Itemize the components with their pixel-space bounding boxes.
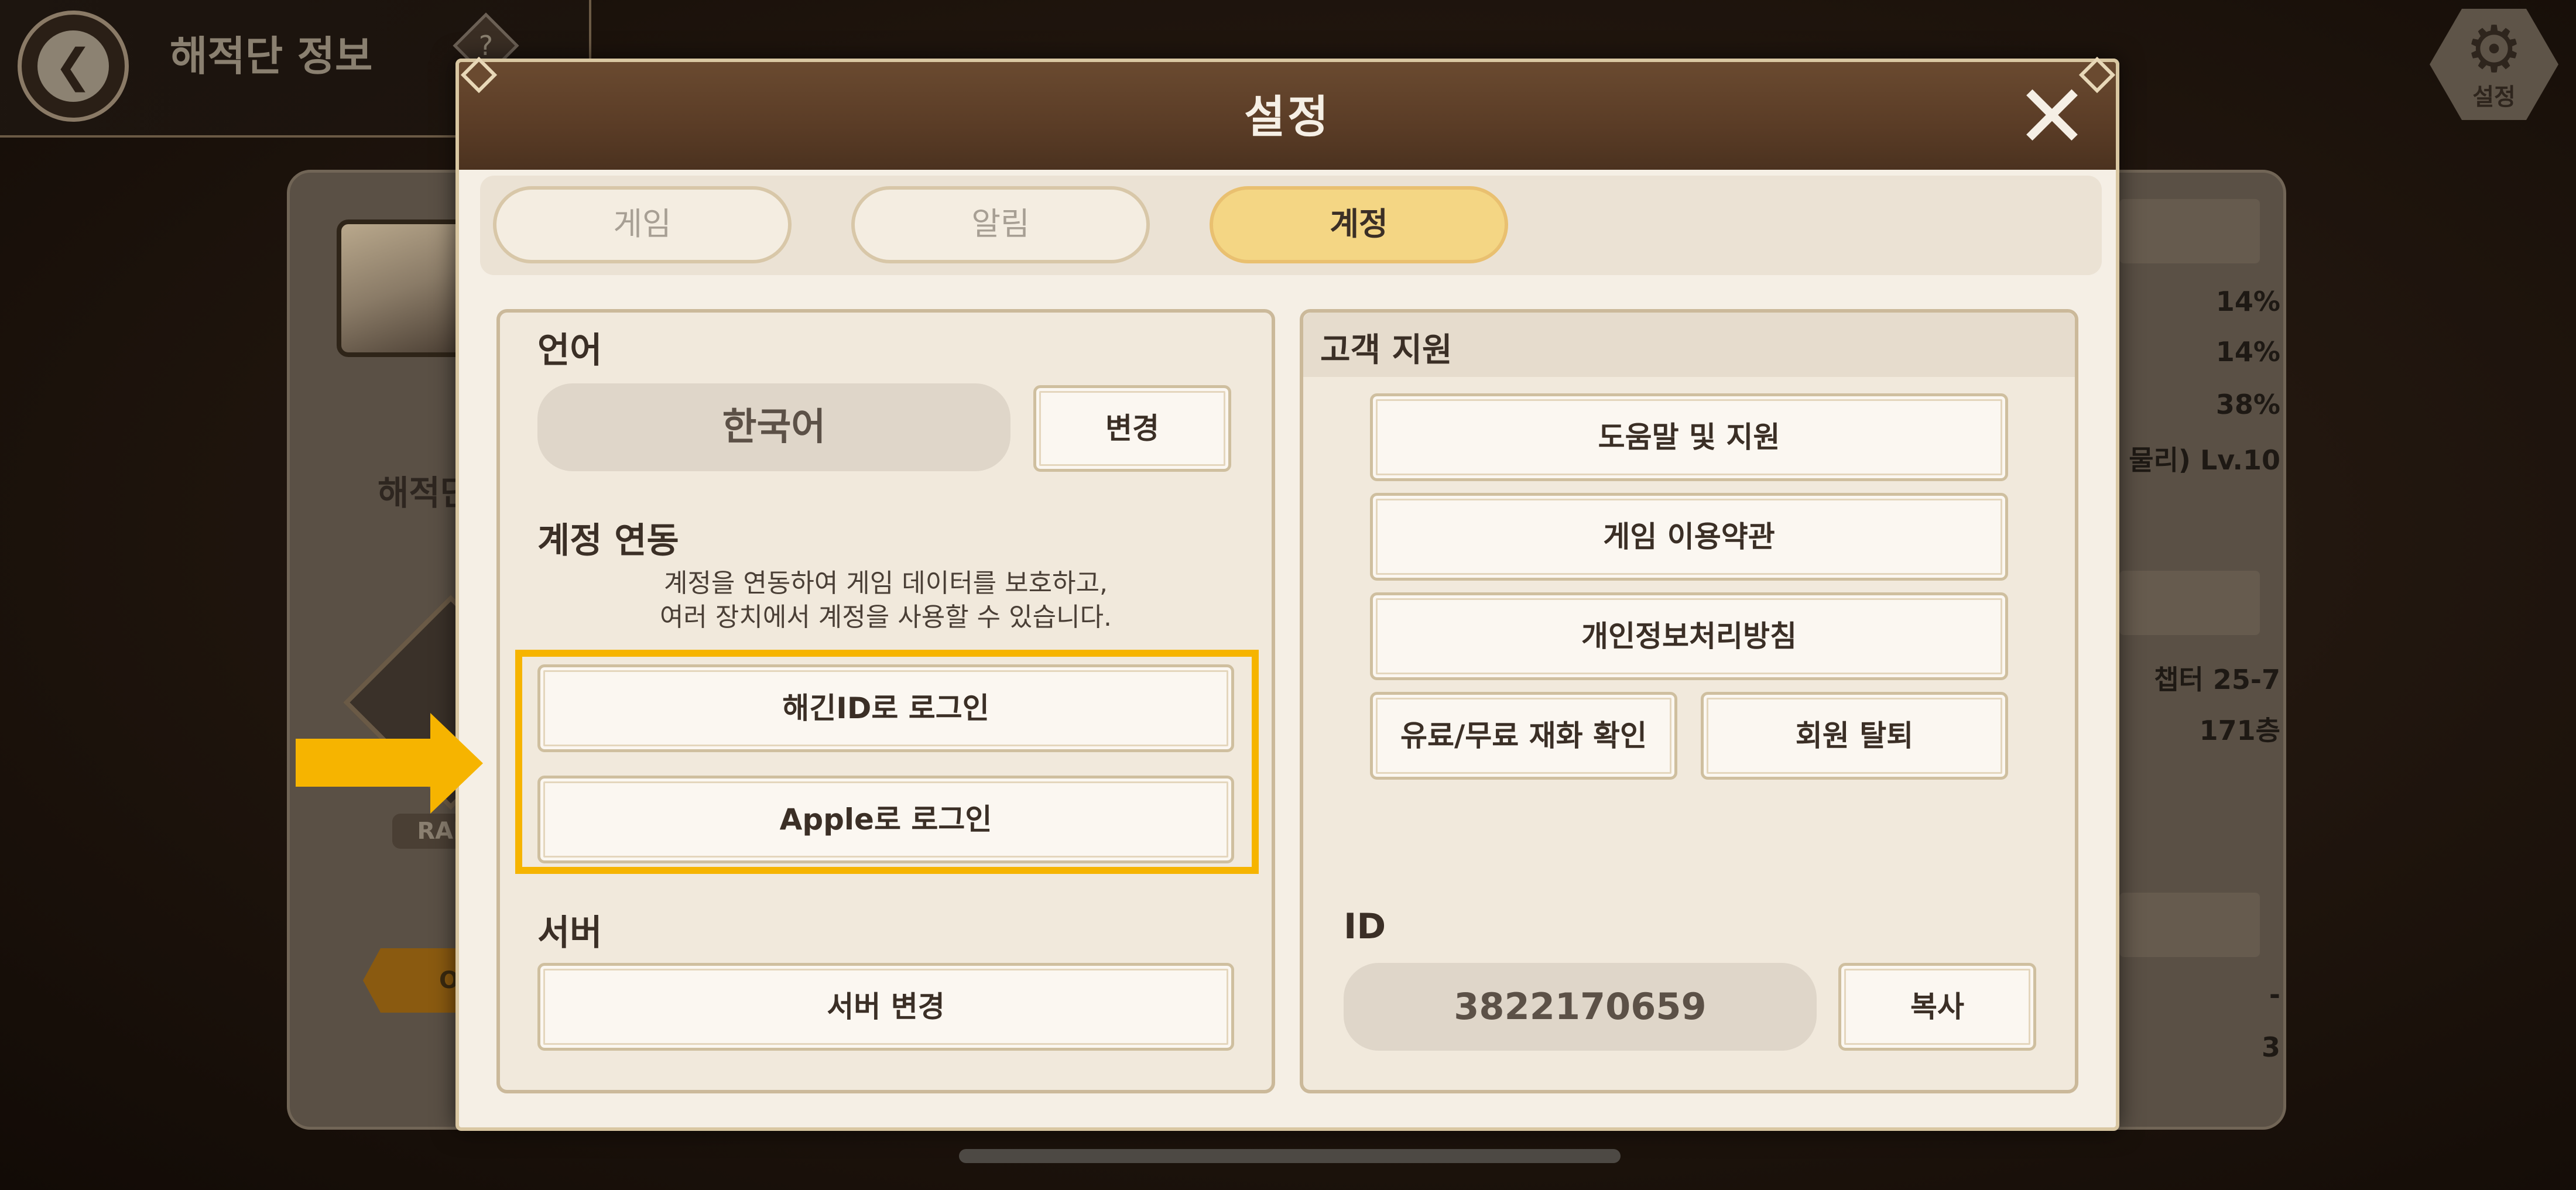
- stat-value: 14%: [2215, 286, 2280, 317]
- language-value: 한국어: [537, 383, 1010, 471]
- stats-header-band: [2119, 199, 2260, 263]
- back-arrow-icon: ❮: [37, 30, 109, 102]
- pointer-arrow: [296, 739, 448, 787]
- description-line: 여러 장치에서 계정을 사용할 수 있습니다.: [659, 602, 1112, 632]
- close-button[interactable]: ✕: [2014, 73, 2090, 161]
- customer-support-title: 고객 지원: [1320, 331, 1453, 369]
- currency-check-button[interactable]: 유료/무료 재화 확인: [1370, 692, 1677, 780]
- tab-notifications[interactable]: 알림: [851, 186, 1150, 263]
- settings-button[interactable]: ⚙ 설정: [2424, 6, 2564, 123]
- stat-value: 171층: [2199, 715, 2280, 746]
- stat-value: -: [2269, 979, 2280, 1010]
- server-change-button[interactable]: 서버 변경: [537, 963, 1234, 1051]
- arrow-right-icon: [430, 713, 483, 814]
- stat-value: 챕터 25-7: [2154, 664, 2280, 695]
- stat-value: 14%: [2215, 336, 2280, 368]
- home-indicator[interactable]: [959, 1149, 1621, 1163]
- stat-value: 물리) Lv.10: [2129, 444, 2280, 476]
- gear-icon: ⚙: [2465, 12, 2523, 87]
- back-button[interactable]: ❮: [18, 11, 129, 122]
- withdraw-button[interactable]: 회원 탈퇴: [1701, 692, 2008, 780]
- settings-button-label: 설정: [2472, 84, 2516, 111]
- language-title: 언어: [537, 330, 602, 371]
- apple-login-button[interactable]: Apple로 로그인: [537, 776, 1234, 863]
- tab-game[interactable]: 게임: [493, 186, 792, 263]
- page-title: 해적단 정보: [170, 32, 373, 80]
- terms-button[interactable]: 게임 이용약관: [1370, 493, 2008, 581]
- help-support-button[interactable]: 도움말 및 지원: [1370, 393, 2008, 481]
- account-link-description: 계정을 연동하여 게임 데이터를 보호하고, 여러 장치에서 계정을 사용할 수…: [537, 567, 1234, 635]
- avatar: [337, 220, 471, 357]
- stats-header-band: [2119, 893, 2260, 957]
- dialog-title: 설정: [1244, 91, 1331, 143]
- description-line: 계정을 연동하여 게임 데이터를 보호하고,: [663, 568, 1108, 598]
- haegin-id-login-button[interactable]: 해긴ID로 로그인: [537, 664, 1234, 752]
- copy-id-button[interactable]: 복사: [1838, 963, 2036, 1051]
- account-link-title: 계정 연동: [537, 520, 679, 561]
- id-title: ID: [1344, 906, 1386, 947]
- tab-account[interactable]: 계정: [1210, 186, 1508, 263]
- server-title: 서버: [537, 913, 602, 954]
- close-icon: ✕: [2015, 66, 2089, 168]
- id-value: 3822170659: [1344, 963, 1817, 1051]
- stat-value: 3: [2261, 1031, 2280, 1063]
- stats-header-band: [2119, 571, 2260, 635]
- privacy-policy-button[interactable]: 개인정보처리방침: [1370, 592, 2008, 680]
- language-change-button[interactable]: 변경: [1033, 385, 1231, 472]
- stat-value: 38%: [2215, 389, 2280, 420]
